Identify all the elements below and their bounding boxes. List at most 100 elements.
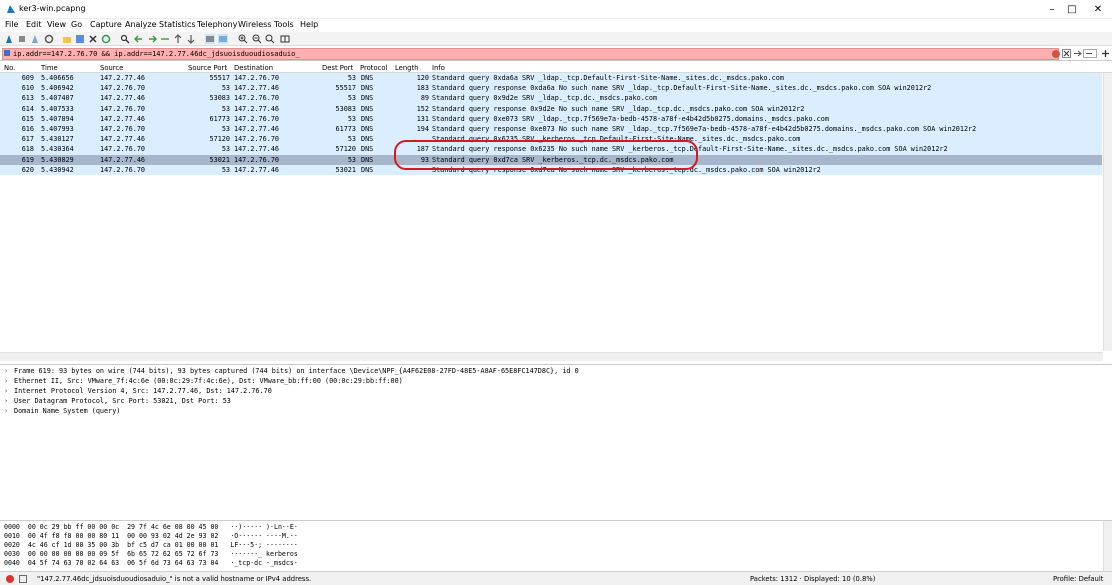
col-dest-port[interactable]: Dest Port (322, 64, 353, 72)
cell-info: Standard query 0x9d2e SRV _ldap._tcp.dc.… (432, 94, 658, 103)
bytes-row[interactable]: 0020 4c 46 cf 1d 00 35 00 3b bf c5 d7 ca… (4, 541, 298, 550)
menu-view[interactable]: View (47, 20, 66, 29)
go-back-icon[interactable] (134, 34, 144, 44)
menu-telephony[interactable]: Telephony (197, 20, 237, 29)
capture-comment-icon[interactable] (19, 575, 27, 583)
cell-no: 609 (21, 74, 34, 82)
menu-go[interactable]: Go (71, 20, 82, 29)
col-no[interactable]: No. (4, 64, 15, 72)
normal-size-icon[interactable] (265, 34, 275, 44)
resize-columns-icon[interactable] (280, 34, 290, 44)
col-info[interactable]: Info (432, 64, 445, 72)
bytes-row[interactable]: 0030 00 00 00 00 00 00 09 5f 6b 65 72 62… (4, 550, 298, 559)
clear-filter-icon[interactable] (1052, 50, 1060, 58)
menu-help[interactable]: Help (300, 20, 318, 29)
filter-x-icon[interactable] (1062, 49, 1071, 58)
go-to-packet-icon[interactable] (160, 34, 170, 44)
menu-edit[interactable]: Edit (26, 20, 42, 29)
col-source-port[interactable]: Source Port (188, 64, 227, 72)
close-file-icon[interactable] (88, 34, 98, 44)
cell-destination: 147.2.76.70 (234, 74, 280, 82)
detail-frame[interactable]: › Frame 619: 93 bytes on wire (744 bits),… (4, 367, 579, 377)
expand-arrow-icon[interactable]: › (4, 407, 14, 415)
cell-destination: 147.2.76.70 (234, 155, 280, 164)
first-packet-icon[interactable] (173, 34, 183, 44)
cell-protocol: DNS (361, 94, 374, 103)
packet-row[interactable]: 615 5.407894 147.2.77.46 61773 147.2.76.70 53… (0, 113, 1102, 124)
menu-capture[interactable]: Capture (90, 20, 122, 29)
bytes-vertical-scrollbar[interactable] (1103, 521, 1112, 571)
cell-protocol: DNS (361, 74, 374, 82)
cell-destination: 147.2.77.46 (234, 84, 280, 93)
packet-row[interactable]: 614 5.407533 147.2.76.70 53 147.2.77.46 53083… (0, 103, 1102, 114)
add-filter-button-icon[interactable] (1101, 49, 1110, 58)
cell-destination: 147.2.76.70 (234, 135, 280, 144)
packet-row[interactable]: 613 5.407407 147.2.77.46 53083 147.2.76.70 53… (0, 93, 1102, 104)
cell-length: 152 (416, 104, 429, 113)
cell-source-port: 53083 (209, 94, 230, 103)
zoom-out-icon[interactable] (252, 34, 262, 44)
bytes-row[interactable]: 0000 00 0c 29 bb ff 00 00 0c 29 7f 4c 6e… (4, 523, 298, 532)
go-forward-icon[interactable] (147, 34, 157, 44)
cell-no: 618 (21, 145, 34, 154)
autoscroll-icon[interactable] (205, 34, 215, 44)
detail-ethernet[interactable]: › Ethernet II, Src: VMware_7f:4c:6e (00:0… (4, 377, 403, 387)
cell-no: 619 (21, 155, 34, 164)
packet-list-horizontal-scrollbar[interactable] (0, 352, 1103, 361)
open-file-icon[interactable] (62, 34, 72, 44)
packet-row[interactable]: 610 5.406942 147.2.76.70 53 147.2.77.46 55517… (0, 83, 1102, 94)
bytes-row[interactable]: 0040 04 5f 74 63 70 02 64 63 06 5f 6d 73… (4, 559, 298, 568)
cell-length: 194 (416, 125, 429, 133)
cell-protocol: DNS (361, 125, 374, 133)
menu-file[interactable]: File (5, 20, 18, 29)
reload-icon[interactable] (101, 34, 111, 44)
filter-bookmark-icon[interactable] (4, 50, 10, 56)
cell-source: 147.2.76.70 (100, 104, 146, 113)
wireshark-fin-icon (7, 5, 15, 13)
menu-tools[interactable]: Tools (274, 20, 294, 29)
cell-source: 147.2.77.46 (100, 135, 146, 144)
packet-list-vertical-scrollbar[interactable] (1103, 73, 1112, 351)
menu-statistics[interactable]: Statistics (159, 20, 196, 29)
packet-row[interactable]: 616 5.407993 147.2.76.70 53 147.2.77.46 61773… (0, 124, 1102, 135)
col-time[interactable]: Time (41, 64, 58, 72)
col-destination[interactable]: Destination (234, 64, 273, 72)
expand-arrow-icon[interactable]: › (4, 377, 14, 385)
col-protocol[interactable]: Protocol (360, 64, 387, 72)
filter-history-dropdown-icon[interactable] (1083, 49, 1097, 58)
cell-protocol: DNS (361, 135, 374, 144)
expand-arrow-icon[interactable]: › (4, 397, 14, 405)
capture-options-icon[interactable] (44, 34, 54, 44)
save-file-icon[interactable] (75, 34, 85, 44)
expand-arrow-icon[interactable]: › (4, 367, 14, 375)
detail-ipv4[interactable]: › Internet Protocol Version 4, Src: 147.2… (4, 387, 272, 397)
cell-source-port: 53021 (209, 155, 230, 164)
stop-capture-icon[interactable] (17, 34, 27, 44)
cell-protocol: DNS (361, 114, 374, 123)
expand-arrow-icon[interactable]: › (4, 387, 14, 395)
cell-source: 147.2.77.46 (100, 155, 146, 164)
cell-info: Standard query response 0x9d2e No such n… (432, 104, 805, 113)
last-packet-icon[interactable] (186, 34, 196, 44)
col-length[interactable]: Length (395, 64, 418, 72)
close-icon[interactable]: ✕ (1080, 0, 1112, 19)
cell-length: 120 (416, 74, 429, 82)
apply-filter-icon[interactable] (1073, 49, 1082, 58)
menu-wireless[interactable]: Wireless (238, 20, 271, 29)
bytes-row[interactable]: 0010 00 4f f8 f8 00 00 80 11 00 00 93 02… (4, 532, 298, 541)
menu-analyze[interactable]: Analyze (125, 20, 157, 29)
colorize-icon[interactable] (218, 34, 228, 44)
find-packet-icon[interactable] (120, 34, 130, 44)
packet-row[interactable]: 609 5.406656 147.2.77.46 55517 147.2.76.70 53… (0, 73, 1102, 84)
detail-udp[interactable]: › User Datagram Protocol, Src Port: 53021… (4, 397, 231, 407)
cell-no: 613 (21, 94, 34, 103)
start-capture-icon[interactable] (4, 34, 14, 44)
restart-capture-icon[interactable] (30, 34, 40, 44)
col-source[interactable]: Source (100, 64, 123, 72)
profile-label[interactable]: Profile: Default (1053, 575, 1103, 583)
cell-source: 147.2.76.70 (100, 84, 146, 93)
detail-dns[interactable]: › Domain Name System (query) (4, 407, 120, 417)
display-filter-input[interactable]: ip.addr==147.2.76.70 && ip.addr==147.2.7… (2, 48, 1059, 60)
error-status-icon (6, 575, 14, 583)
zoom-in-icon[interactable] (238, 34, 248, 44)
